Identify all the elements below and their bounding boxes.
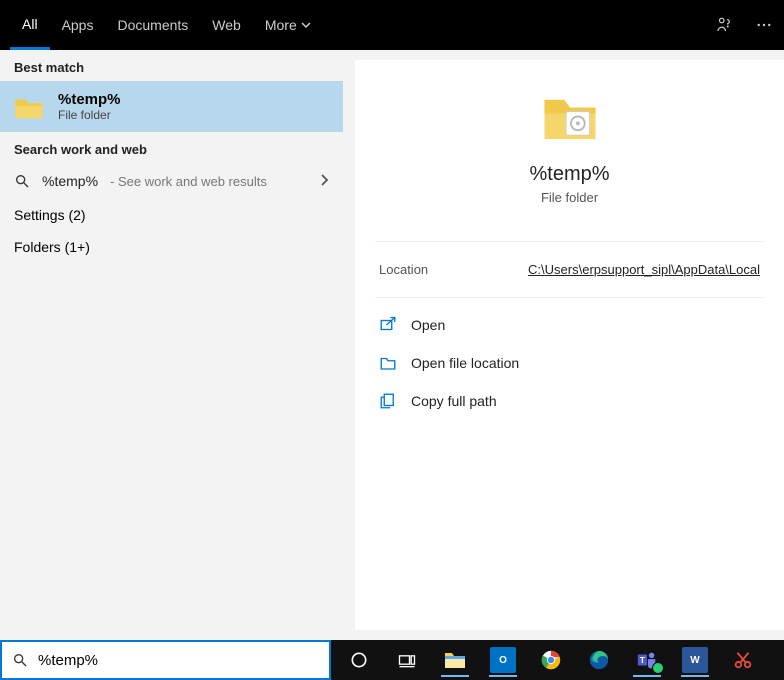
bottom-row: O T W [0, 640, 784, 680]
open-location-icon [379, 354, 397, 372]
action-open-label: Open [411, 317, 445, 333]
folder-large-icon [540, 90, 600, 145]
svg-text:T: T [640, 656, 645, 665]
feedback-icon[interactable] [714, 15, 734, 35]
open-icon [379, 316, 397, 334]
taskbar-edge[interactable] [579, 643, 619, 677]
best-match-header: Best match [0, 50, 343, 81]
search-main: Best match %temp% File folder Search wor… [0, 50, 784, 640]
preview-title: %temp% [529, 163, 609, 186]
search-icon [12, 652, 28, 668]
action-open-location[interactable]: Open file location [375, 344, 764, 382]
results-column: Best match %temp% File folder Search wor… [0, 50, 343, 640]
tab-more-label: More [265, 17, 297, 33]
best-match-title: %temp% [58, 91, 121, 108]
tab-web[interactable]: Web [200, 0, 253, 50]
search-web-query: %temp% [42, 173, 98, 189]
action-copy-path-label: Copy full path [411, 393, 497, 409]
copy-icon [379, 392, 397, 410]
preview-column: %temp% File folder Location C:\Users\erp… [343, 50, 784, 640]
search-web-item[interactable]: %temp% - See work and web results [0, 163, 343, 199]
tab-all[interactable]: All [10, 0, 50, 50]
chevron-right-icon [319, 173, 329, 190]
folders-group[interactable]: Folders (1+) [0, 231, 343, 263]
chevron-down-icon [301, 20, 311, 30]
search-web-hint: - See work and web results [110, 174, 267, 189]
location-row: Location C:\Users\erpsupport_sipl\AppDat… [375, 241, 764, 298]
taskbar-chrome[interactable] [531, 643, 571, 677]
location-path-link[interactable]: C:\Users\erpsupport_sipl\AppData\Local [528, 262, 760, 277]
taskbar-outlook[interactable]: O [483, 643, 523, 677]
action-open[interactable]: Open [375, 306, 764, 344]
taskbar-snip[interactable] [723, 643, 763, 677]
taskbar-teams[interactable]: T [627, 643, 667, 677]
taskbar-taskview[interactable] [387, 643, 427, 677]
search-web-header: Search work and web [0, 132, 343, 163]
search-icon [14, 173, 30, 189]
best-match-texts: %temp% File folder [58, 91, 121, 122]
taskbar-cortana[interactable] [339, 643, 379, 677]
action-copy-path[interactable]: Copy full path [375, 382, 764, 420]
tab-apps[interactable]: Apps [50, 0, 106, 50]
best-match-item[interactable]: %temp% File folder [0, 81, 343, 132]
taskbar-word[interactable]: W [675, 643, 715, 677]
taskbar: O T W [331, 640, 784, 680]
location-label: Location [379, 262, 428, 277]
preview-subtitle: File folder [541, 190, 598, 205]
tab-documents[interactable]: Documents [105, 0, 200, 50]
search-filter-topbar: All Apps Documents Web More [0, 0, 784, 50]
search-input[interactable] [38, 652, 319, 669]
tab-more[interactable]: More [253, 0, 323, 50]
folder-icon [14, 92, 44, 122]
taskbar-file-explorer[interactable] [435, 643, 475, 677]
best-match-subtitle: File folder [58, 108, 121, 122]
action-open-location-label: Open file location [411, 355, 519, 371]
search-box[interactable] [0, 640, 331, 680]
settings-group[interactable]: Settings (2) [0, 199, 343, 231]
more-options-icon[interactable] [754, 15, 774, 35]
preview-panel: %temp% File folder Location C:\Users\erp… [355, 60, 784, 630]
